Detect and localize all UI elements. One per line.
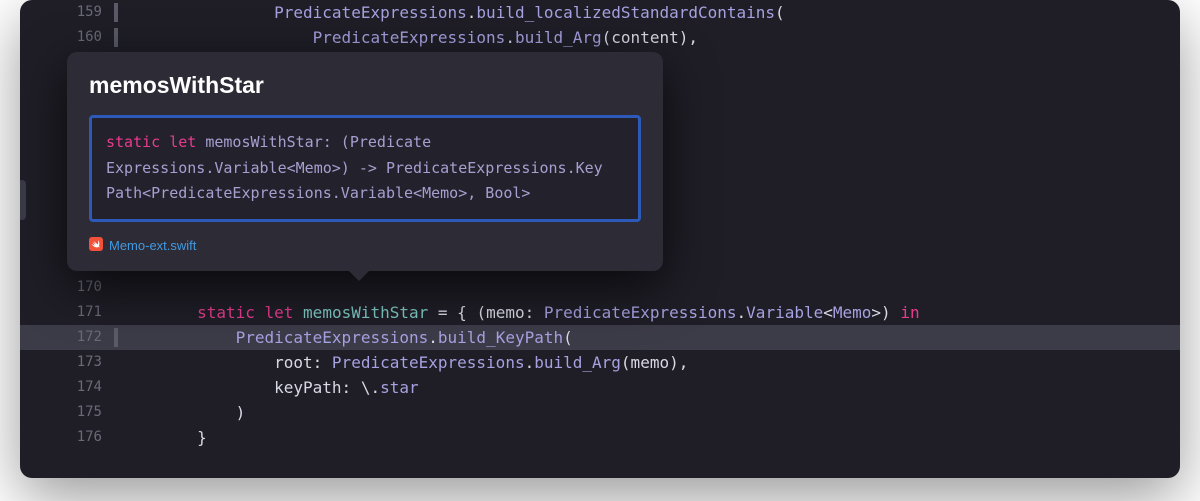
line-number: 170	[20, 275, 120, 300]
token-func: build_Arg	[534, 353, 621, 372]
code-line[interactable]: 171 static let memosWithStar = { (memo: …	[20, 300, 1180, 325]
popover-title: memosWithStar	[89, 72, 641, 99]
line-code[interactable]: )	[120, 400, 1180, 425]
token-ident: memosWithStar	[303, 303, 428, 322]
token-plain: (content),	[602, 28, 698, 47]
code-line[interactable]: 174 keyPath: \.star	[20, 375, 1180, 400]
token-punct: <	[823, 303, 833, 322]
token-plain: )	[120, 403, 245, 422]
popover-signature[interactable]: static let memosWithStar: (Predicate Exp…	[89, 115, 641, 222]
line-number: 172	[20, 325, 120, 350]
token-plain: keyPath: \.	[120, 378, 380, 397]
line-code[interactable]: PredicateExpressions.build_Arg(content),	[120, 25, 1180, 50]
token-type: PredicateExpressions	[274, 3, 467, 22]
token-prop: star	[380, 378, 419, 397]
code-line[interactable]: 170	[20, 275, 1180, 300]
token-type: PredicateExpressions	[332, 353, 525, 372]
token-plain	[293, 303, 303, 322]
token-punct: (	[775, 3, 785, 22]
token-plain: = { (memo:	[428, 303, 544, 322]
swift-icon	[89, 236, 103, 255]
code-line[interactable]: 172 PredicateExpressions.build_KeyPath(	[20, 325, 1180, 350]
token-punct: .	[525, 353, 535, 372]
token-plain: (memo),	[621, 353, 688, 372]
token-plain	[255, 303, 265, 322]
token-plain	[120, 303, 197, 322]
token-punct: .	[467, 3, 477, 22]
line-number: 173	[20, 350, 120, 375]
line-number: 160	[20, 25, 120, 50]
sig-keyword-static: static	[106, 133, 160, 151]
token-punct: .	[428, 328, 438, 347]
code-line[interactable]: 173 root: PredicateExpressions.build_Arg…	[20, 350, 1180, 375]
token-plain: }	[120, 428, 207, 447]
token-plain	[120, 3, 274, 22]
token-punct: .	[737, 303, 747, 322]
popover-file-link[interactable]: Memo-ext.swift	[109, 238, 196, 253]
token-func: build_KeyPath	[438, 328, 563, 347]
line-code[interactable]	[120, 275, 1180, 300]
token-type: PredicateExpressions	[236, 328, 429, 347]
token-in: in	[900, 303, 919, 322]
token-type: PredicateExpressions	[544, 303, 737, 322]
line-code[interactable]: keyPath: \.star	[120, 375, 1180, 400]
token-plain: >)	[871, 303, 900, 322]
token-punct: (	[563, 328, 573, 347]
token-type: Memo	[833, 303, 872, 322]
token-keyword: let	[265, 303, 294, 322]
line-code[interactable]: static let memosWithStar = { (memo: Pred…	[120, 300, 1180, 325]
popover-file-row: Memo-ext.swift	[89, 236, 641, 255]
token-func: build_Arg	[515, 28, 602, 47]
token-punct: .	[505, 28, 515, 47]
line-code[interactable]: PredicateExpressions.build_localizedStan…	[120, 0, 1180, 25]
token-type: Variable	[746, 303, 823, 322]
code-line[interactable]: 176 }	[20, 425, 1180, 450]
code-line[interactable]: 175 )	[20, 400, 1180, 425]
code-line[interactable]: 159 PredicateExpressions.build_localized…	[20, 0, 1180, 25]
line-code[interactable]: root: PredicateExpressions.build_Arg(mem…	[120, 350, 1180, 375]
line-number: 175	[20, 400, 120, 425]
line-number: 159	[20, 0, 120, 25]
token-plain: root:	[120, 353, 332, 372]
quick-help-popover: memosWithStar static let memosWithStar: …	[67, 52, 663, 271]
line-number: 171	[20, 300, 120, 325]
line-number: 176	[20, 425, 120, 450]
code-line[interactable]: 160 PredicateExpressions.build_Arg(conte…	[20, 25, 1180, 50]
line-number: 174	[20, 375, 120, 400]
token-type: PredicateExpressions	[313, 28, 506, 47]
token-func: build_localizedStandardContains	[476, 3, 775, 22]
line-code[interactable]: PredicateExpressions.build_KeyPath(	[120, 325, 1180, 350]
token-plain	[120, 328, 236, 347]
sig-keyword-let: let	[169, 133, 196, 151]
editor-window: 159 PredicateExpressions.build_localized…	[20, 0, 1180, 478]
line-code[interactable]: }	[120, 425, 1180, 450]
token-keyword: static	[197, 303, 255, 322]
token-plain	[120, 28, 313, 47]
